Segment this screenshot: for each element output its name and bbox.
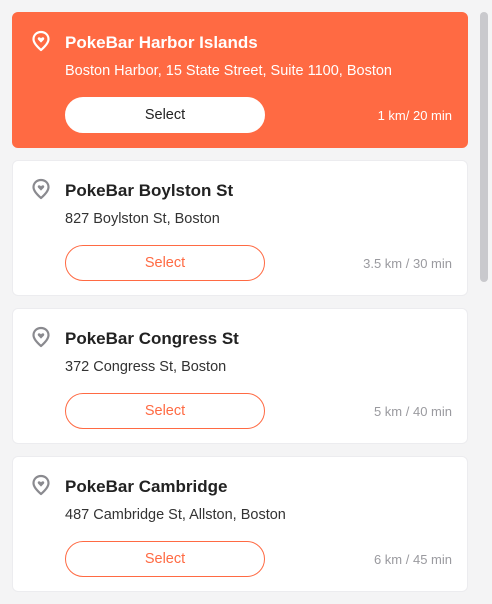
location-name: PokeBar Congress St [65, 329, 239, 348]
location-address: 372 Congress St, Boston [65, 359, 227, 375]
location-pin-icon [32, 30, 50, 52]
location-pin-icon [32, 474, 50, 496]
select-button[interactable]: Select [65, 245, 265, 281]
distance-time: 6 km / 45 min [373, 552, 452, 567]
location-list: PokeBar Harbor Islands Boston Harbor, 15… [12, 12, 468, 604]
distance-time: 1 km/ 20 min [377, 108, 452, 123]
location-name: PokeBar Harbor Islands [65, 33, 258, 52]
scrollbar-thumb[interactable] [480, 12, 488, 282]
location-pin-icon [32, 326, 50, 348]
location-address: 827 Boylston St, Boston [65, 211, 220, 227]
location-card-cambridge[interactable]: PokeBar Cambridge 487 Cambridge St, Alls… [12, 456, 468, 592]
distance-time: 3.5 km / 30 min [363, 256, 452, 271]
location-pin-icon [32, 178, 50, 200]
location-name: PokeBar Cambridge [65, 477, 228, 496]
select-button[interactable]: Select [65, 541, 265, 577]
location-card-congress[interactable]: PokeBar Congress St 372 Congress St, Bos… [12, 308, 468, 444]
select-button[interactable]: Select [65, 97, 265, 133]
location-address: Boston Harbor, 15 State Street, Suite 11… [65, 63, 392, 79]
location-card-harbor-islands[interactable]: PokeBar Harbor Islands Boston Harbor, 15… [12, 12, 468, 148]
distance-time: 5 km / 40 min [373, 404, 452, 419]
select-button[interactable]: Select [65, 393, 265, 429]
location-card-boylston[interactable]: PokeBar Boylston St 827 Boylston St, Bos… [12, 160, 468, 296]
location-name: PokeBar Boylston St [65, 181, 234, 200]
location-address: 487 Cambridge St, Allston, Boston [65, 507, 286, 523]
